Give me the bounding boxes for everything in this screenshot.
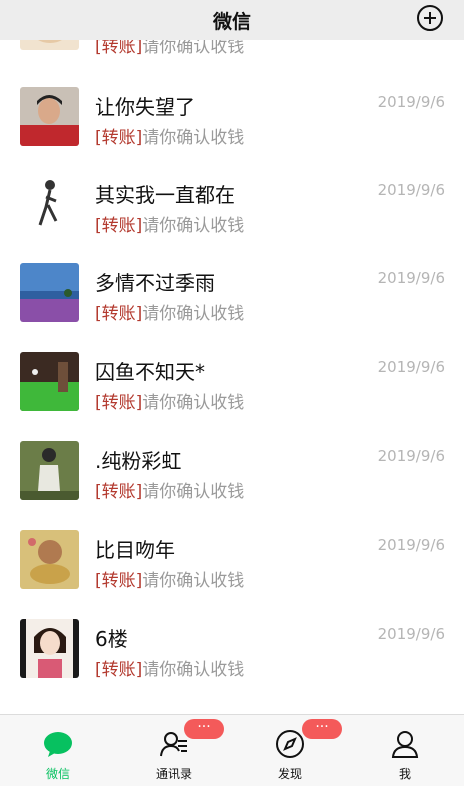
- chat-preview: [转账]请你确认收钱: [95, 40, 245, 57]
- avatar: [20, 87, 79, 146]
- chat-row[interactable]: [转账]请你确认收钱: [0, 40, 464, 88]
- tab-label: 通讯录: [155, 767, 192, 781]
- chat-row[interactable]: 囚鱼不知天* 2019/9/6 [转账]请你确认收钱: [0, 352, 464, 440]
- avatar: [20, 441, 79, 500]
- chat-date: 2019/9/6: [377, 93, 445, 111]
- chat-row[interactable]: .纯粉彩虹 2019/9/6 [转账]请你确认收钱: [0, 441, 464, 529]
- chat-preview: [转账]请你确认收钱: [95, 128, 245, 148]
- tab-contacts[interactable]: ··· 通讯录: [134, 715, 224, 786]
- chat-bubble-icon: [44, 732, 72, 757]
- tab-label: 微信: [45, 767, 70, 781]
- chat-preview: [转账]请你确认收钱: [95, 393, 245, 413]
- avatar: [20, 619, 79, 678]
- avatar: [20, 352, 79, 411]
- notification-badge: ···: [184, 719, 224, 739]
- title-bar: 微信: [0, 0, 464, 40]
- avatar: [20, 175, 79, 234]
- chat-row[interactable]: 6楼 2019/9/6 [转账]请你确认收钱: [0, 619, 464, 707]
- tab-chats[interactable]: 微信: [18, 715, 98, 786]
- bottom-tab-bar: 微信 ··· 通讯录 ··· 发现 我: [0, 714, 464, 786]
- plus-circle-icon[interactable]: [417, 5, 443, 31]
- chat-row[interactable]: 其实我一直都在 2019/9/6 [转账]请你确认收钱: [0, 175, 464, 263]
- avatar: [20, 40, 79, 50]
- chat-preview: [转账]请你确认收钱: [95, 216, 245, 236]
- chat-name: 比目吻年: [95, 538, 175, 562]
- chat-date: 2019/9/6: [377, 269, 445, 287]
- chat-preview: [转账]请你确认收钱: [95, 571, 245, 591]
- chat-name: 多情不过季雨: [95, 271, 215, 295]
- tab-label: 发现: [277, 767, 302, 781]
- tab-label: 我: [398, 767, 411, 781]
- avatar: [20, 263, 79, 322]
- page-title: 微信: [212, 10, 251, 33]
- chat-preview: [转账]请你确认收钱: [95, 660, 245, 680]
- chat-date: 2019/9/6: [377, 447, 445, 465]
- chat-date: 2019/9/6: [377, 536, 445, 554]
- chat-date: 2019/9/6: [377, 181, 445, 199]
- compass-icon: [276, 730, 304, 758]
- chat-name: 让你失望了: [95, 95, 195, 119]
- chat-date: 2019/9/6: [377, 358, 445, 376]
- person-icon: [391, 731, 419, 758]
- chat-name: .纯粉彩虹: [95, 449, 182, 473]
- tab-me[interactable]: 我: [365, 715, 445, 786]
- chat-list[interactable]: [转账]请你确认收钱 让你失望了 2019/9/6 [转账]请你确认收钱 其实我…: [0, 40, 464, 714]
- chat-preview: [转账]请你确认收钱: [95, 482, 245, 502]
- chat-row[interactable]: 让你失望了 2019/9/6 [转账]请你确认收钱: [0, 87, 464, 175]
- chat-name: 6楼: [95, 627, 128, 651]
- chat-name: 囚鱼不知天*: [95, 360, 205, 384]
- avatar: [20, 530, 79, 589]
- notification-badge: ···: [302, 719, 342, 739]
- chat-date: 2019/9/6: [377, 625, 445, 643]
- chat-row[interactable]: 比目吻年 2019/9/6 [转账]请你确认收钱: [0, 530, 464, 618]
- tab-discover[interactable]: ··· 发现: [250, 715, 342, 786]
- chat-name: 其实我一直都在: [95, 183, 235, 207]
- chat-row[interactable]: 多情不过季雨 2019/9/6 [转账]请你确认收钱: [0, 263, 464, 351]
- chat-preview: [转账]请你确认收钱: [95, 304, 245, 324]
